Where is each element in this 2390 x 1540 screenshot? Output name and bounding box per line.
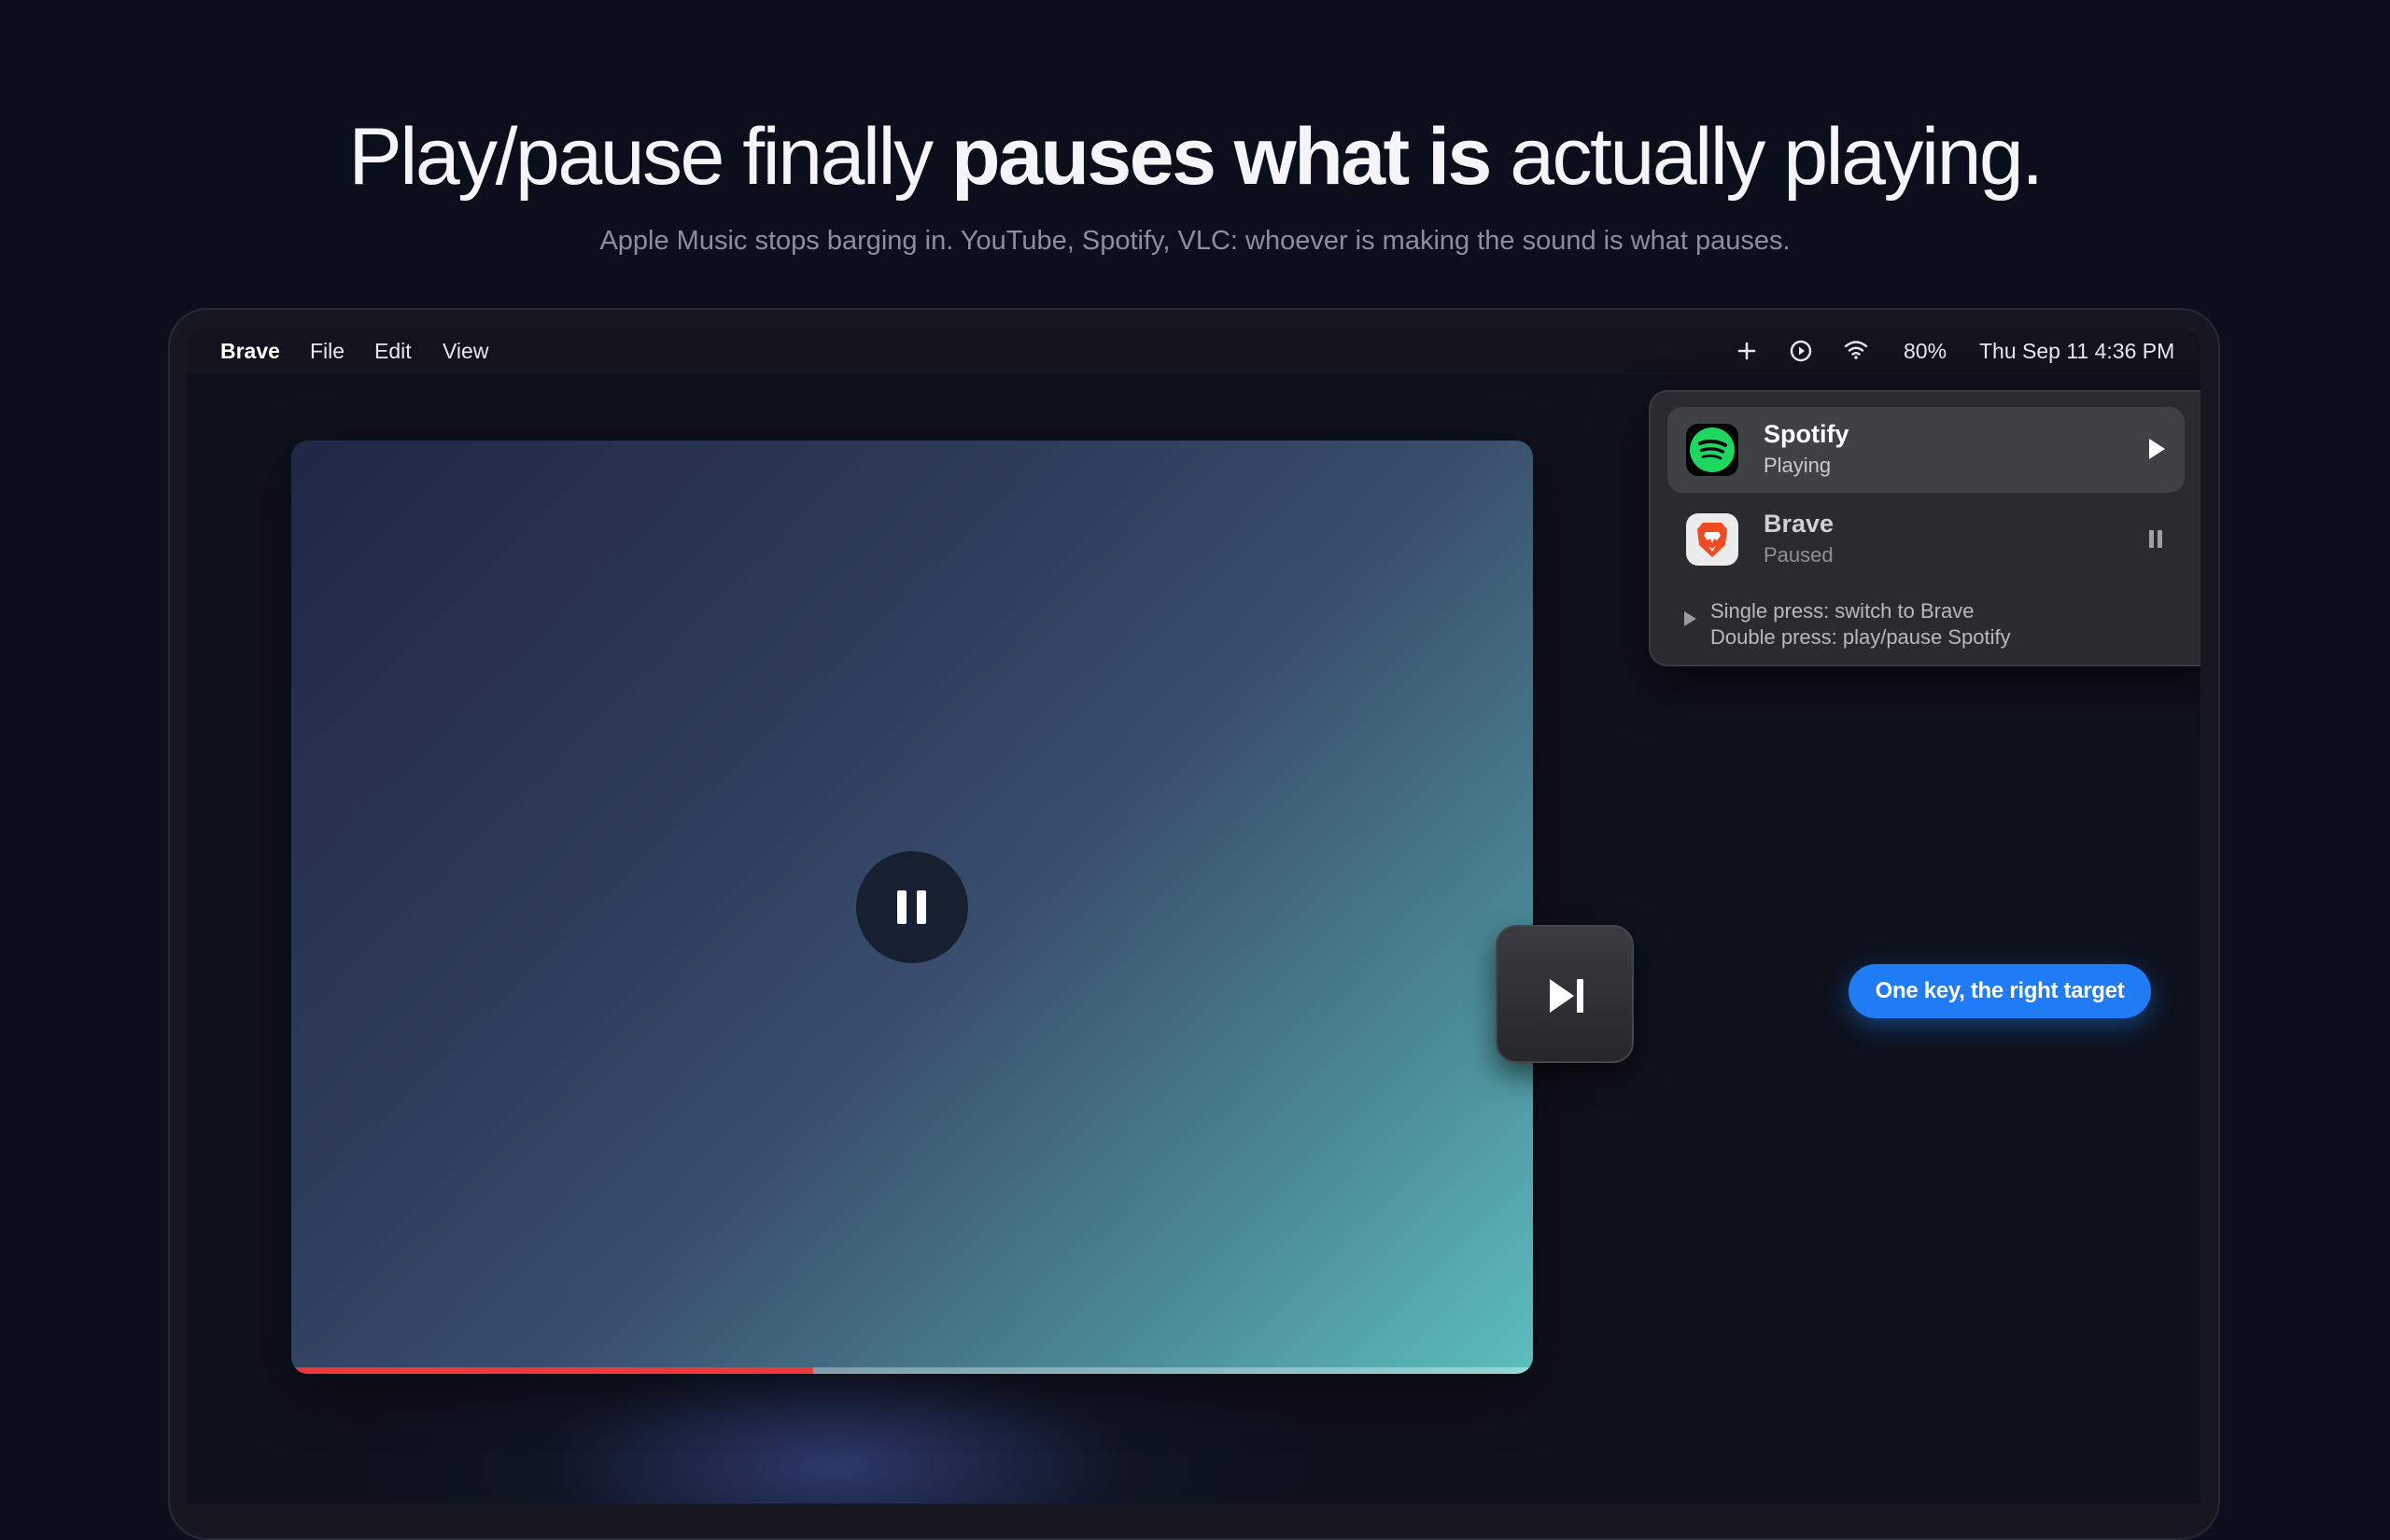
- source-state: Paused: [1764, 543, 1834, 567]
- headline-part-2: actually playing.: [1489, 112, 2044, 202]
- wifi-icon[interactable]: [1843, 328, 1869, 374]
- callout-pill: One key, the right target: [1849, 964, 2151, 1018]
- source-row-brave[interactable]: Brave Paused: [1667, 497, 2185, 582]
- subheadline: Apple Music stops barging in. YouTube, S…: [599, 226, 1791, 256]
- source-name: Brave: [1764, 510, 1835, 538]
- source-name: Spotify: [1764, 420, 1849, 448]
- source-row-spotify[interactable]: Spotify Playing: [1667, 407, 2185, 493]
- pause-icon: [897, 890, 907, 924]
- media-key[interactable]: [1496, 925, 1634, 1063]
- source-state: Playing: [1764, 454, 1832, 477]
- video-player[interactable]: [291, 441, 1533, 1374]
- hint-single-press: Single press: switch to Brave: [1710, 599, 1975, 623]
- menu-edit[interactable]: Edit: [374, 328, 412, 374]
- spotify-icon: [1686, 424, 1738, 476]
- video-progress-track[interactable]: [291, 1367, 1533, 1374]
- play-icon[interactable]: [2142, 435, 2170, 463]
- headline-part-1: Play/pause finally: [348, 112, 952, 202]
- menu-clock[interactable]: Thu Sep 11 4:36 PM: [1979, 328, 2174, 374]
- menu-bar: Brave File Edit View 80% Thu Sep 11 4:36…: [187, 328, 2200, 374]
- pause-icon[interactable]: [2142, 525, 2170, 553]
- now-playing-panel: Spotify Playing Brave Paused Single pres…: [1649, 390, 2200, 666]
- headline-emphasis: pauses what is: [951, 112, 1492, 202]
- play-pause-next-icon: [1550, 979, 1583, 1013]
- laptop-screen: Brave File Edit View 80% Thu Sep 11 4:36…: [187, 328, 2200, 1504]
- video-progress-fill: [291, 1367, 813, 1374]
- pause-icon-bar: [917, 890, 926, 924]
- play-circle-icon[interactable]: [1789, 328, 1813, 374]
- menu-file[interactable]: File: [310, 328, 344, 374]
- menu-view[interactable]: View: [443, 328, 488, 374]
- menu-app-name[interactable]: Brave: [220, 328, 280, 374]
- disclosure-triangle-icon: [1684, 611, 1696, 626]
- hint-double-press: Double press: play/pause Spotify: [1710, 625, 2011, 649]
- headline: Play/pause finally pauses what is actual…: [0, 110, 2390, 203]
- plus-icon[interactable]: [1736, 328, 1757, 374]
- video-pause-button[interactable]: [856, 851, 968, 963]
- battery-percentage[interactable]: 80%: [1904, 328, 1947, 374]
- brave-icon: [1686, 513, 1738, 566]
